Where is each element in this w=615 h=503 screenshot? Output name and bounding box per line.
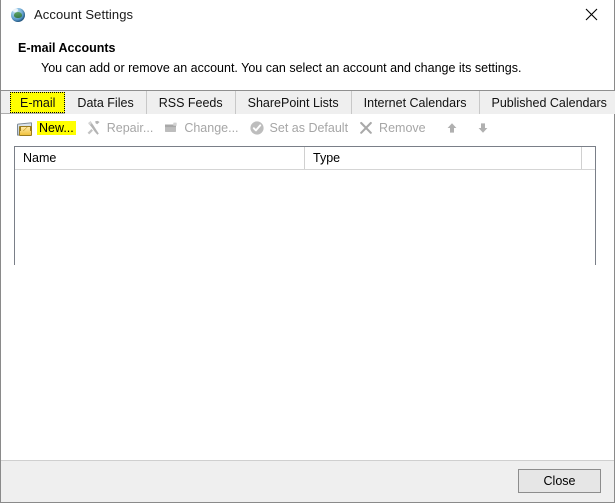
new-button-label: New... — [37, 121, 76, 135]
tab-strip: E-mail Data Files RSS Feeds SharePoint L… — [1, 91, 614, 114]
accounts-list[interactable]: Name Type — [14, 146, 596, 265]
account-settings-icon — [10, 7, 26, 23]
column-header-name-label: Name — [23, 151, 56, 165]
accounts-list-header: Name Type — [15, 147, 595, 170]
dialog-footer: Close — [1, 460, 614, 502]
tab-data-files-label: Data Files — [77, 96, 133, 110]
tab-email-label: E-mail — [20, 96, 55, 110]
tab-data-files[interactable]: Data Files — [65, 91, 146, 114]
arrow-up-icon — [444, 120, 460, 136]
window-title: Account Settings — [34, 7, 133, 22]
tab-rss-feeds[interactable]: RSS Feeds — [147, 91, 236, 114]
tab-internet-calendars[interactable]: Internet Calendars — [352, 91, 480, 114]
tab-email[interactable]: E-mail — [10, 92, 65, 113]
move-up-button[interactable] — [442, 118, 469, 138]
new-button[interactable]: New... — [14, 118, 80, 138]
accounts-list-rows[interactable] — [15, 170, 595, 266]
accounts-toolbar: New... Repair... — [1, 114, 614, 141]
repair-button[interactable]: Repair... — [84, 118, 158, 138]
header-title: E-mail Accounts — [18, 41, 115, 55]
header-description: You can add or remove an account. You ca… — [41, 61, 521, 75]
tab-rss-feeds-label: RSS Feeds — [159, 96, 223, 110]
arrow-down-icon — [475, 120, 491, 136]
column-header-filler — [582, 147, 595, 169]
remove-button-label: Remove — [379, 121, 426, 135]
new-envelope-icon — [16, 120, 32, 136]
change-button-label: Change... — [184, 121, 238, 135]
dialog-header: E-mail Accounts You can add or remove an… — [1, 29, 614, 91]
remove-button[interactable]: Remove — [356, 118, 430, 138]
close-button[interactable]: Close — [518, 469, 601, 493]
set-as-default-button[interactable]: Set as Default — [247, 118, 353, 138]
remove-x-icon — [358, 120, 374, 136]
column-header-type[interactable]: Type — [305, 147, 582, 169]
close-icon[interactable] — [569, 0, 614, 29]
change-account-icon — [163, 120, 179, 136]
check-circle-icon — [249, 120, 265, 136]
column-header-name[interactable]: Name — [15, 147, 305, 169]
tab-sharepoint-lists[interactable]: SharePoint Lists — [236, 91, 352, 114]
tab-list: E-mail Data Files RSS Feeds SharePoint L… — [10, 91, 615, 114]
set-as-default-button-label: Set as Default — [270, 121, 349, 135]
tab-internet-calendars-label: Internet Calendars — [364, 96, 467, 110]
close-x-glyph — [585, 8, 598, 21]
account-settings-window: Account Settings E-mail Accounts You can… — [0, 0, 615, 503]
repair-button-label: Repair... — [107, 121, 154, 135]
column-header-type-label: Type — [313, 151, 340, 165]
dialog-body: E-mail Data Files RSS Feeds SharePoint L… — [1, 91, 614, 460]
move-down-button[interactable] — [473, 118, 500, 138]
close-button-label: Close — [544, 474, 576, 488]
tab-published-calendars-label: Published Calendars — [492, 96, 607, 110]
repair-tools-icon — [86, 120, 102, 136]
title-bar: Account Settings — [1, 0, 614, 29]
tab-published-calendars[interactable]: Published Calendars — [480, 91, 615, 114]
change-button[interactable]: Change... — [161, 118, 242, 138]
tab-sharepoint-lists-label: SharePoint Lists — [248, 96, 339, 110]
